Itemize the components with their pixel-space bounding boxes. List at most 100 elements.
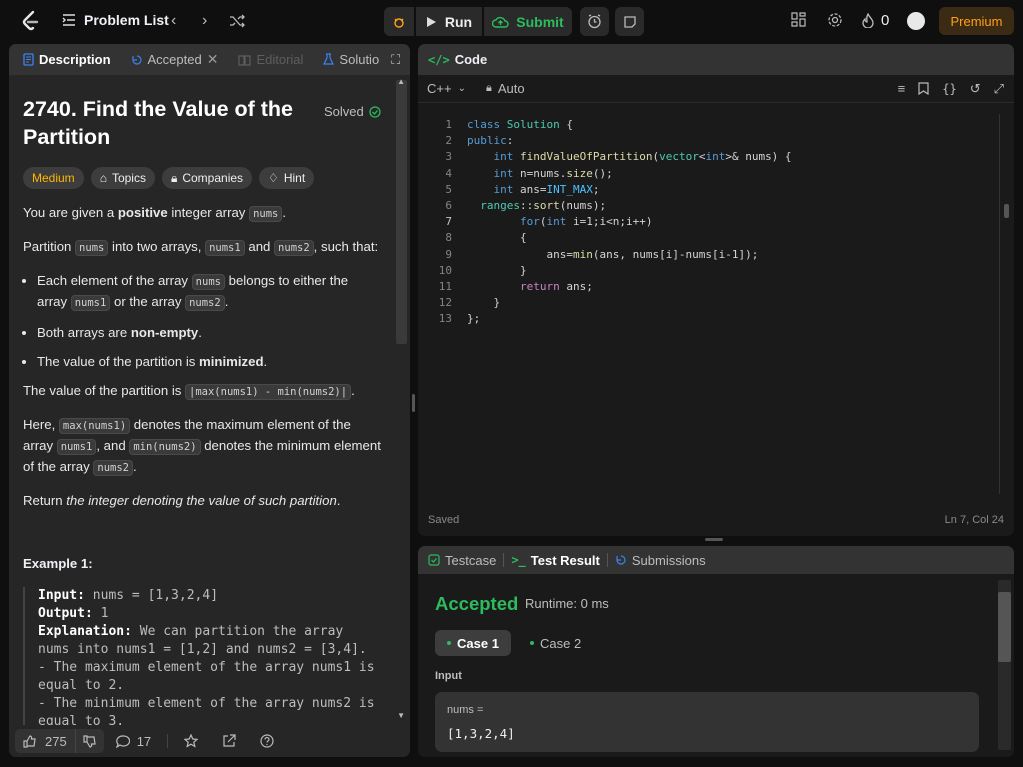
tab-test-result[interactable]: >_ Test Result [511,553,600,568]
tab-accepted[interactable]: Accepted ✕ [127,44,223,75]
text: Here, [23,417,59,432]
paragraph: Partition nums into two arrays, nums1 an… [23,237,381,258]
auto-mode-toggle[interactable]: 🔒︎ Auto [486,81,525,96]
code-editor[interactable]: 1 class Solution {2 public: 3 int findValue… [418,110,998,510]
notes-button[interactable] [615,7,644,36]
avatar[interactable] [907,12,925,30]
bookmark-icon[interactable] [918,82,929,95]
result-scrollbar-thumb[interactable] [998,592,1011,662]
inline-code: max(nums1) [58,418,131,434]
language-select[interactable]: C++ ⌄ [427,81,466,96]
code-line[interactable]: }; [467,312,480,325]
code-line[interactable]: } [467,296,500,309]
example-input-label: Input: [38,588,85,603]
document-icon [23,53,34,66]
code-line[interactable]: int findValueOfPartition(vector<int>& nu… [467,150,792,163]
code-line[interactable]: for(int i=1;i<n;i++) [467,215,652,228]
shuffle-icon[interactable] [229,14,245,28]
comment-icon [115,734,130,748]
like-dislike-group: 275 [15,729,104,753]
cloud-upload-icon [492,16,509,28]
tab-accepted-label: Accepted [147,52,202,67]
case-2-tab[interactable]: Case 2 [518,630,593,656]
line-number: 9 [445,247,452,261]
scroll-up-icon[interactable]: ▲ [397,77,405,86]
input-label: Input [435,670,462,682]
fullscreen-icon[interactable]: ⤢ [994,81,1004,97]
flask-icon [323,53,335,65]
input-box: nums = [1,3,2,4] [435,692,979,752]
like-button[interactable]: 275 [15,734,75,749]
tab-solutions[interactable]: Solutio [319,44,383,75]
solved-badge: Solved [324,102,381,121]
companies-button[interactable]: 🔒︎ Companies [161,167,253,189]
case-1-tab[interactable]: Case 1 [435,630,511,656]
layout-icon[interactable] [791,12,806,27]
code-line[interactable]: public: [467,134,513,147]
expand-icon[interactable]: ⛶ [391,52,400,68]
text: Partition [23,239,76,254]
text: , such that: [313,239,379,254]
panel-resize-handle[interactable] [412,394,415,412]
premium-button[interactable]: Premium [939,7,1014,35]
solved-label: Solved [324,104,364,119]
run-button[interactable]: Run [416,7,482,36]
example-explanation: We can partition the array nums into num… [38,624,375,725]
inline-code: nums2 [274,240,314,256]
leetcode-logo-icon[interactable] [20,10,40,32]
star-icon[interactable] [184,734,199,748]
problem-list-button[interactable]: Problem List [62,12,169,28]
inline-code: nums2 [93,460,133,476]
submit-button[interactable]: Submit [484,7,572,36]
reset-icon[interactable]: ↺ [970,81,981,97]
code-line[interactable]: int ans=INT_MAX; [467,183,600,196]
inline-code: nums [249,206,283,222]
topics-button[interactable]: ⌂ Topics [90,167,155,189]
example-title: Example 1: [23,556,93,571]
code-line[interactable]: ranges::sort(nums); [467,199,606,212]
horizontal-resize-handle[interactable] [705,538,723,541]
braces-icon[interactable]: {} [942,82,956,96]
text-bold: positive [117,205,168,220]
scroll-down-icon[interactable]: ▼ [397,711,405,720]
list-item: Both arrays are non-empty. [37,323,381,342]
case-1-label: Case 1 [457,635,499,651]
tab-description[interactable]: Description [19,44,115,75]
line-number: 3 [445,150,452,164]
code-line[interactable]: } [467,264,527,277]
inline-code: nums1 [56,439,97,455]
line-number: 12 [438,296,452,310]
hint-button[interactable]: ♢ Hint [259,167,315,189]
text-italic: the integer denoting the value of such p… [66,493,337,508]
tab-testcase[interactable]: Testcase [428,553,496,568]
example-output-label: Output: [38,606,93,621]
debug-button[interactable] [384,7,414,36]
comments-button[interactable]: 17 [115,734,151,749]
timer-button[interactable] [580,7,609,36]
next-problem-icon[interactable]: › [202,12,207,30]
text: , and [96,438,130,453]
help-icon[interactable] [260,734,274,748]
code-line[interactable]: return ans; [467,280,593,293]
streak-counter[interactable]: 0 [862,12,889,29]
example-input: nums = [1,3,2,4] [84,588,219,603]
companies-label: Companies [182,170,244,185]
gear-icon[interactable] [827,12,843,28]
code-line[interactable]: ans=min(ans, nums[i]-nums[i-1]); [467,248,758,261]
prev-problem-icon[interactable]: ‹ [171,12,176,30]
tab-submissions[interactable]: Submissions [615,553,706,568]
share-icon[interactable] [222,734,236,748]
code-line[interactable]: int n=nums.size(); [467,167,613,180]
code-line[interactable]: { [467,231,527,244]
code-line[interactable]: class Solution { [467,118,573,131]
close-icon[interactable]: ✕ [207,51,219,68]
tab-editorial[interactable]: Editorial [234,44,307,75]
tag-icon: ⌂ [99,170,107,185]
editor-scrollbar[interactable] [1004,204,1009,218]
scrollbar[interactable] [396,80,407,344]
code-tab-label[interactable]: Code [455,52,488,67]
inline-code: nums1 [70,295,111,311]
difficulty-badge: Medium [23,167,84,189]
format-icon[interactable]: ≡ [898,81,906,96]
dislike-button[interactable] [74,729,104,753]
